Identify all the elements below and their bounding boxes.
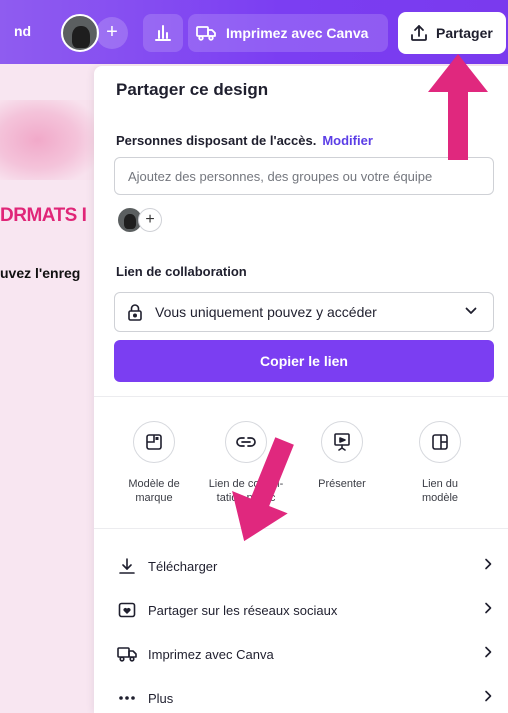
template-link-icon — [432, 434, 448, 450]
chevron-down-icon — [465, 307, 477, 314]
print-canva-row[interactable]: Imprimez avec Canva — [116, 634, 496, 674]
canvas-save-text[interactable]: uvez l'enreg — [0, 265, 94, 281]
tile-label-line: modèle — [421, 492, 459, 504]
toolbar-left-text[interactable]: nd — [14, 23, 31, 39]
access-label: Personnes disposant de l'accès. — [116, 133, 317, 148]
modify-access-link[interactable]: Modifier — [322, 133, 373, 148]
panel-title: Partager ce design — [116, 80, 269, 99]
tile-label: Présenter — [302, 477, 382, 491]
chevron-right-icon — [485, 646, 492, 658]
access-level-select[interactable]: Vous uniquement pouvez y accéder — [114, 292, 494, 332]
copy-link-button[interactable]: Copier le lien — [114, 340, 494, 382]
more-row[interactable]: Plus — [116, 678, 496, 713]
truck-icon — [116, 646, 138, 662]
chevron-right-icon — [485, 558, 492, 570]
print-canva-label: Imprimez avec Canva — [148, 646, 274, 662]
access-level-value: Vous uniquement pouvez y accéder — [155, 304, 377, 320]
share-social-row[interactable]: Partager sur les réseaux sociaux — [116, 590, 496, 630]
tile-label: Lien du modèle — [400, 477, 480, 505]
brand-template-icon — [146, 434, 162, 450]
divider — [94, 396, 508, 397]
insights-button[interactable] — [143, 14, 183, 52]
share-upload-icon — [411, 25, 427, 41]
share-button[interactable]: Partager — [398, 12, 506, 54]
user-avatar[interactable] — [61, 14, 99, 52]
brand-template-icon-circle — [133, 421, 175, 463]
add-collaborator-button[interactable]: + — [96, 17, 128, 49]
tile-template-link[interactable]: Lien du modèle — [400, 421, 480, 505]
share-button-label: Partager — [436, 25, 493, 41]
collaboration-link-heading: Lien de collaboration — [116, 264, 247, 279]
present-icon — [334, 433, 350, 451]
more-label: Plus — [148, 690, 174, 706]
tile-present[interactable]: Présenter — [302, 421, 382, 491]
tile-label-line: Lien du — [421, 478, 459, 490]
canvas-formats-heading[interactable]: DRMATS I — [0, 205, 94, 227]
chevron-right-icon — [485, 602, 492, 614]
tile-label-line: Présenter — [318, 478, 366, 490]
download-label: Télécharger — [148, 558, 218, 574]
tile-label: Modèle de marque — [114, 477, 194, 505]
print-with-canva-label: Imprimez avec Canva — [226, 25, 369, 41]
present-icon-circle — [321, 421, 363, 463]
annotation-arrow-down-icon — [232, 437, 294, 542]
print-with-canva-button[interactable]: Imprimez avec Canva — [188, 14, 388, 52]
more-icon — [116, 695, 138, 701]
truck-icon — [196, 26, 216, 41]
add-person-button[interactable]: + — [138, 208, 162, 232]
chevron-right-icon — [485, 690, 492, 702]
social-heart-icon — [116, 601, 138, 619]
template-link-icon-circle — [419, 421, 461, 463]
tile-label-line: Modèle de — [128, 478, 180, 490]
share-social-label: Partager sur les réseaux sociaux — [148, 602, 338, 618]
annotation-arrow-up-icon — [428, 54, 488, 160]
canvas-lips-image[interactable] — [0, 100, 94, 180]
download-row[interactable]: Télécharger — [116, 546, 496, 586]
access-heading: Personnes disposant de l'accès. Modifier — [116, 133, 373, 148]
lock-icon — [128, 304, 142, 321]
chart-icon — [155, 25, 171, 41]
tile-brand-template[interactable]: Modèle de marque — [114, 421, 194, 505]
download-icon — [116, 557, 138, 575]
tile-label-line: marque — [135, 492, 173, 504]
